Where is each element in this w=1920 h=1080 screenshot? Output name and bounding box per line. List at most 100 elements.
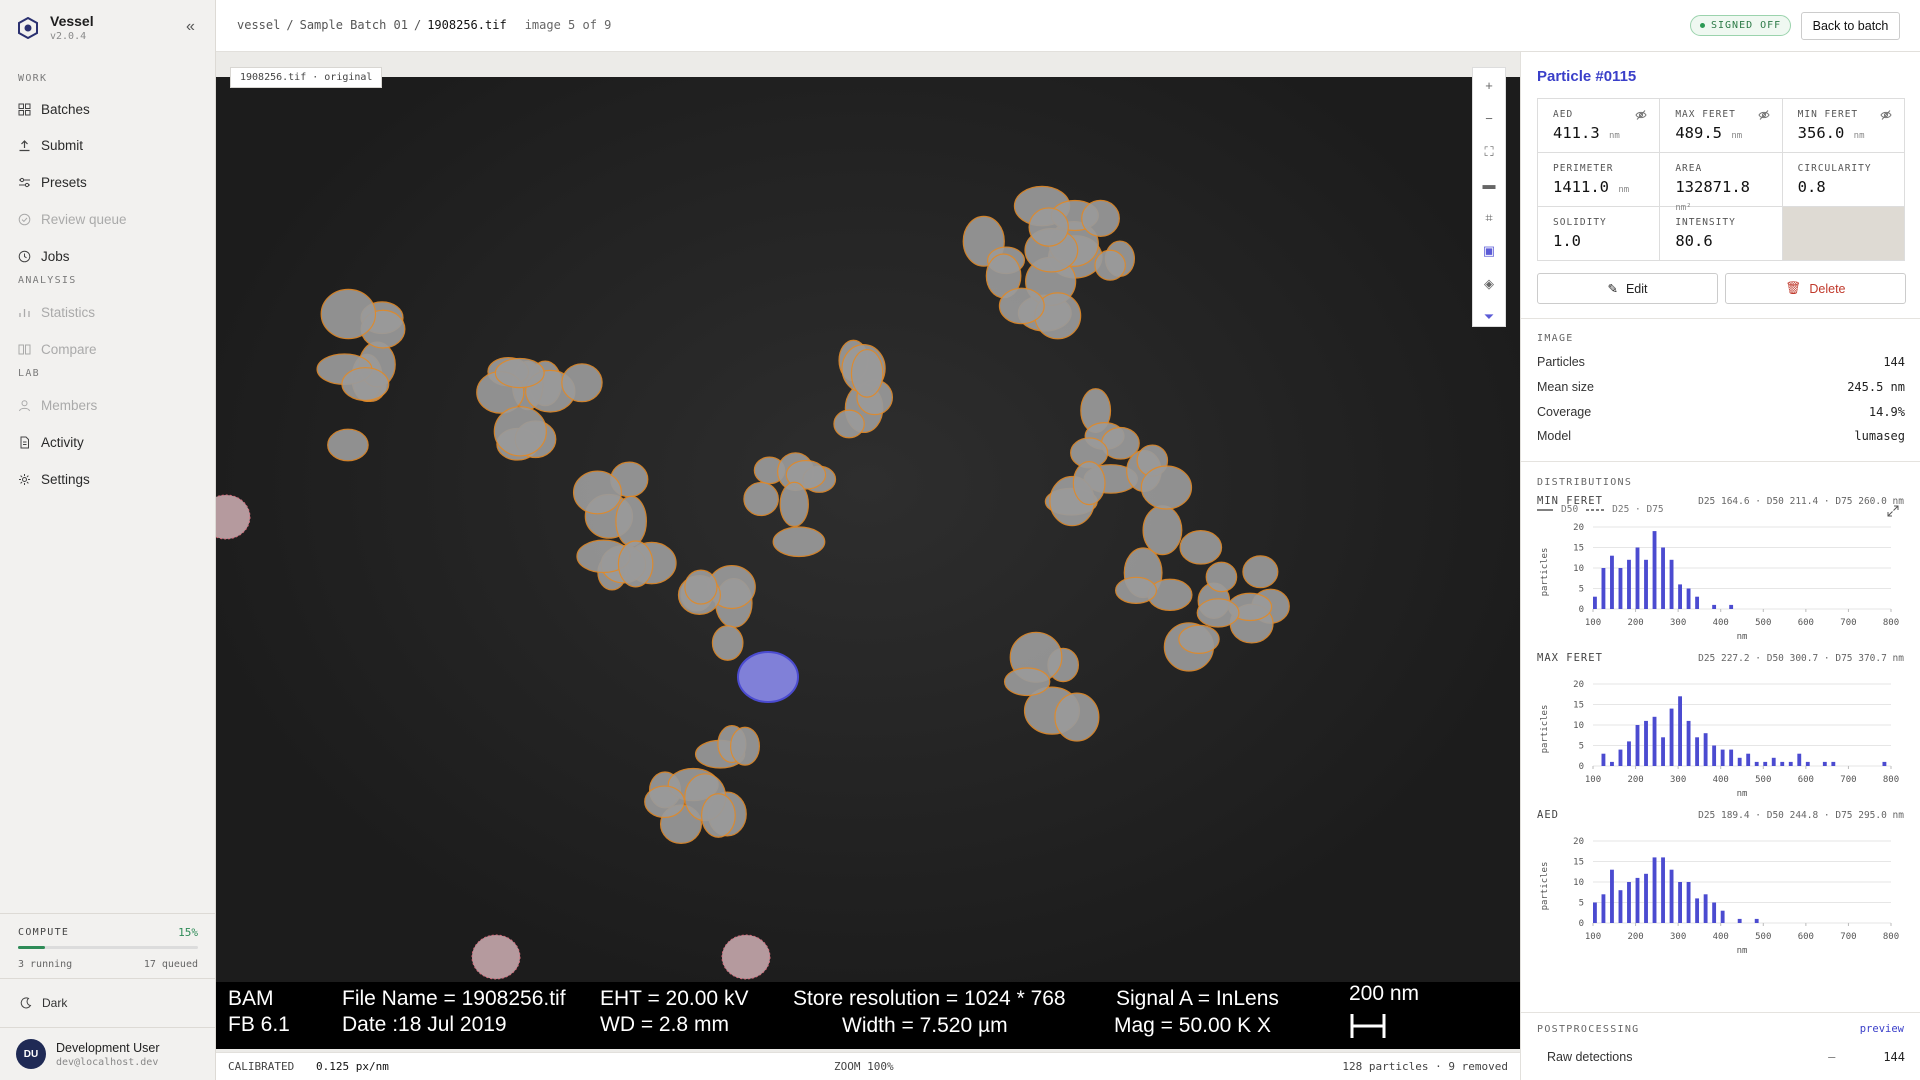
particle-outline[interactable]	[1179, 530, 1223, 565]
brand[interactable]: Vessel v2.0.4	[18, 13, 94, 42]
particle-outline[interactable]	[1028, 207, 1069, 247]
calibration-scale: 0.125 px/nm	[316, 1060, 389, 1073]
particle-outline[interactable]	[779, 481, 809, 527]
particle-outline[interactable]	[1003, 667, 1051, 697]
particle-outline[interactable]	[572, 470, 622, 515]
compute-progress-fill	[18, 946, 45, 949]
solid-line-icon	[1537, 508, 1553, 511]
particle-outline[interactable]	[327, 428, 369, 462]
delete-button[interactable]: 🗑 Delete	[1725, 273, 1906, 304]
y-tick-label: 10	[1573, 564, 1584, 574]
zoom-out-icon[interactable]: −	[1485, 109, 1493, 129]
particle-outline[interactable]	[1178, 624, 1220, 654]
particle-outline[interactable]	[644, 785, 686, 819]
particle-outline[interactable]	[1094, 249, 1126, 281]
sidebar-item-presets[interactable]: Presets	[18, 171, 87, 193]
particle-outline[interactable]	[1072, 460, 1106, 506]
removed-particle[interactable]	[721, 934, 771, 980]
particle-outline[interactable]	[1114, 576, 1158, 604]
removed-particle[interactable]	[216, 494, 251, 540]
particle-outline[interactable]	[320, 288, 377, 340]
x-axis-label: nm	[1737, 789, 1748, 798]
preview-link[interactable]: preview	[1860, 1023, 1904, 1035]
particle-outline[interactable]	[700, 793, 736, 838]
particle-outline[interactable]	[1140, 465, 1193, 510]
zoom-in-icon[interactable]: +	[1485, 76, 1493, 96]
particle-overlay[interactable]	[216, 77, 1520, 982]
particle-outline[interactable]	[729, 726, 761, 766]
histogram-bar	[1601, 753, 1606, 766]
histogram-bar	[1712, 902, 1717, 923]
histogram-title: AED	[1537, 809, 1559, 821]
image-row-particles: Particles 144	[1537, 355, 1905, 375]
user-email: dev@localhost.dev	[56, 1056, 159, 1068]
sidebar-item-jobs[interactable]: Jobs	[18, 245, 70, 267]
breadcrumb-batch[interactable]: Sample Batch 01	[300, 18, 408, 32]
particle-outline[interactable]	[1205, 561, 1238, 593]
x-tick-label: 300	[1670, 932, 1686, 942]
moon-icon	[20, 997, 32, 1009]
particle-outline[interactable]	[1054, 692, 1100, 742]
metric-value: 80.6	[1675, 232, 1766, 250]
metrics-grid: AED 411.3 nm MAX FERET 489.5 nm MIN FERET 356…	[1537, 98, 1905, 261]
particle-outline[interactable]	[615, 495, 647, 547]
sem-image-canvas[interactable]	[216, 77, 1520, 982]
histogram-max-feret: 0 5 10 15 20 100 200 300 400 500 600 700 800 nm partic…	[1540, 680, 1899, 798]
histogram-aed: 0 5 10 15 20 100 200 300 400 500 600 700 800 nm partic…	[1540, 837, 1899, 955]
particle-outline[interactable]	[1196, 598, 1240, 628]
row-value: 14.9%	[1868, 405, 1905, 419]
compute-progress-bar	[18, 946, 198, 949]
sidebar-item-activity[interactable]: Activity	[18, 431, 84, 453]
histogram-bar	[1652, 716, 1657, 766]
back-to-batch-button[interactable]: Back to batch	[1801, 12, 1900, 40]
theme-toggle[interactable]: Dark	[0, 978, 216, 1028]
particle-outline[interactable]	[850, 348, 884, 398]
crop-icon[interactable]: ⌗	[1485, 208, 1492, 228]
metric-label: AED	[1553, 109, 1574, 120]
metric-intensity: INTENSITY 80.6	[1660, 207, 1783, 261]
ruler-icon[interactable]: ▬	[1483, 175, 1496, 195]
metric-number: 1.0	[1553, 232, 1581, 250]
filter-icon[interactable]: ⏷	[1484, 307, 1494, 327]
sidebar-item-batches[interactable]: Batches	[18, 98, 90, 120]
particle-outline[interactable]	[684, 569, 718, 605]
image-icon[interactable]: ▣	[1483, 241, 1495, 261]
particle-outline[interactable]	[1242, 555, 1279, 589]
particle-outline[interactable]	[494, 357, 545, 389]
particle-outline[interactable]	[1081, 199, 1120, 238]
histogram-min-feret: 0 5 10 15 20 100 200 300 400 500 600 700 800 nm partic…	[1540, 523, 1899, 641]
breadcrumb-root[interactable]: vessel	[237, 18, 280, 32]
sidebar-item-submit[interactable]: Submit	[18, 134, 83, 156]
sidebar-item-settings[interactable]: Settings	[18, 468, 90, 490]
metric-perimeter: PERIMETER 1411.0 nm	[1538, 153, 1661, 207]
x-tick-label: 500	[1755, 775, 1771, 785]
bar-chart-icon	[19, 308, 30, 317]
particle-outline[interactable]	[1142, 505, 1183, 556]
histogram-bar	[1618, 749, 1623, 766]
metric-value: 1.0	[1553, 232, 1644, 250]
particle-outline[interactable]	[772, 526, 826, 558]
eye-off-icon[interactable]	[1880, 109, 1892, 121]
user-menu[interactable]: DU Development User dev@localhost.dev	[16, 1039, 160, 1069]
particle-outline[interactable]	[341, 367, 390, 402]
removed-particle[interactable]	[471, 934, 521, 980]
eye-off-icon[interactable]	[1758, 109, 1770, 121]
particle-outline[interactable]	[493, 406, 547, 457]
histogram-bar	[1610, 869, 1614, 923]
particle-outline[interactable]	[617, 540, 654, 588]
histogram-bar	[1686, 588, 1691, 609]
eye-off-icon[interactable]	[1635, 109, 1647, 121]
fit-icon[interactable]: ⛶	[1484, 142, 1493, 162]
particle-outline[interactable]	[561, 363, 603, 403]
layers-icon[interactable]: ◈	[1484, 274, 1494, 294]
selected-particle[interactable]	[737, 651, 799, 703]
edit-button[interactable]: ✎ Edit	[1537, 273, 1718, 304]
x-tick-label: 300	[1670, 775, 1686, 785]
particle-outline[interactable]	[743, 481, 779, 517]
sidebar-item-label: Compare	[41, 341, 97, 357]
particle-outline[interactable]	[833, 409, 865, 439]
particle-outline[interactable]	[998, 287, 1045, 325]
particle-outline[interactable]	[711, 625, 744, 661]
collapse-sidebar-icon[interactable]: «	[186, 18, 195, 36]
pencil-icon: ✎	[1607, 282, 1618, 296]
